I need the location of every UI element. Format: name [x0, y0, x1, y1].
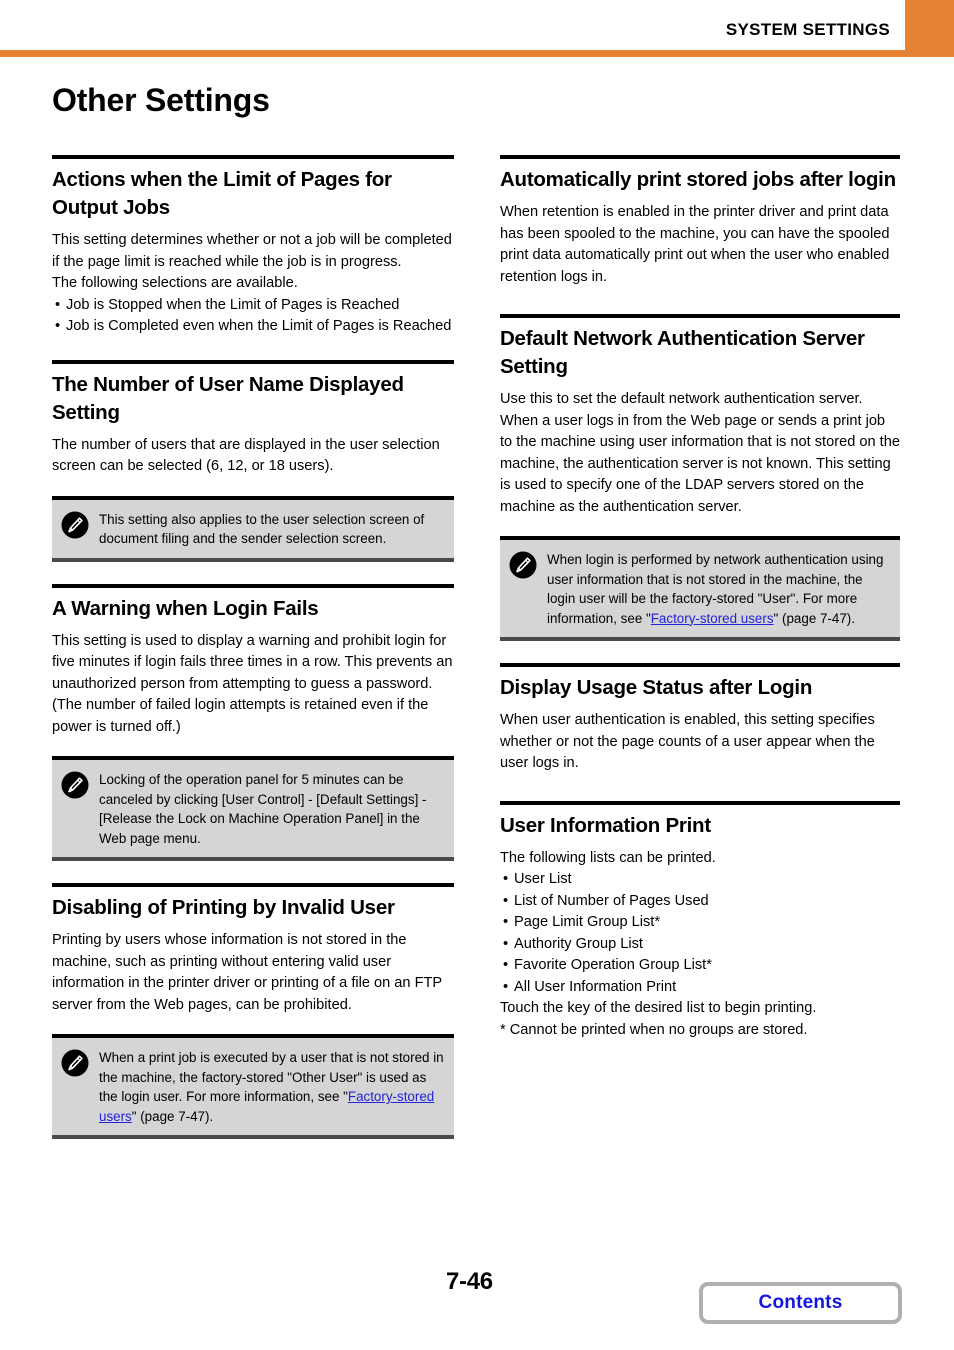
note-pencil-icon: [60, 510, 90, 540]
section-rule: [52, 155, 454, 159]
paragraph: This setting determines whether or not a…: [52, 232, 452, 270]
paragraph: This setting is used to display a warnin…: [52, 632, 453, 735]
list-item: Job is Stopped when the Limit of Pages i…: [52, 295, 454, 317]
note-pencil-icon: [508, 550, 538, 580]
header-orange-tab: [905, 0, 954, 57]
note-pencil-icon: [60, 770, 90, 800]
bullet-list: Job is Stopped when the Limit of Pages i…: [52, 295, 454, 338]
paragraph: When retention is enabled in the printer…: [500, 204, 890, 285]
note-box: When login is performed by network authe…: [500, 536, 900, 641]
paragraph: When user authentication is enabled, thi…: [500, 712, 875, 771]
paragraph: Printing by users whose information is n…: [52, 932, 442, 1013]
section-warning-login-fails: A Warning when Login Fails This setting …: [52, 583, 454, 861]
list-item: List of Number of Pages Used: [500, 891, 900, 913]
list-item: All User Information Print: [500, 977, 900, 999]
section-heading: Default Network Authentication Server Se…: [500, 327, 865, 378]
list-item: Job is Completed even when the Limit of …: [52, 316, 454, 338]
paragraph: Use this to set the default network auth…: [500, 391, 900, 515]
list-item: Favorite Operation Group List*: [500, 955, 900, 977]
header-title: SYSTEM SETTINGS: [725, 20, 890, 39]
section-heading: The Number of User Name Displayed Settin…: [52, 372, 404, 424]
page-header: SYSTEM SETTINGS: [0, 0, 954, 57]
note-pencil-icon: [60, 1048, 90, 1078]
note-text-after-link: " (page 7-47).: [131, 1108, 214, 1124]
section-heading: A Warning when Login Fails: [52, 596, 319, 620]
section-default-network-auth-server: Default Network Authentication Server Se…: [500, 314, 900, 641]
note-text: When a print job is executed by a user t…: [99, 1047, 444, 1126]
section-user-name-displayed: The Number of User Name Displayed Settin…: [52, 359, 454, 562]
left-column: Actions when the Limit of Pages for Outp…: [52, 155, 454, 1139]
section-body: When retention is enabled in the printer…: [500, 202, 900, 288]
right-column: Automatically print stored jobs after lo…: [500, 155, 900, 1041]
section-rule: [500, 314, 900, 318]
paragraph: The following lists can be printed.: [500, 849, 716, 866]
section-rule: [52, 883, 454, 887]
note-box: Locking of the operation panel for 5 min…: [52, 756, 454, 861]
list-item: Authority Group List: [500, 934, 900, 956]
section-heading: Automatically print stored jobs after lo…: [500, 168, 896, 191]
page-title: Other Settings: [52, 82, 270, 118]
list-item: User List: [500, 869, 900, 891]
section-body: This setting is used to display a warnin…: [52, 631, 454, 739]
paragraph: The following selections are available.: [52, 275, 298, 291]
page-number: 7-46: [446, 1268, 493, 1295]
section-heading: User Information Print: [500, 813, 711, 837]
section-body: Use this to set the default network auth…: [500, 389, 900, 518]
section-rule: [500, 663, 900, 667]
list-item: Page Limit Group List*: [500, 912, 900, 934]
section-heading: Disabling of Printing by Invalid User: [52, 896, 395, 919]
section-rule: [500, 800, 900, 805]
footnote: * Cannot be printed when no groups are s…: [500, 1021, 808, 1038]
section-rule: [500, 155, 900, 159]
section-rule: [52, 583, 454, 588]
section-auto-print-stored-jobs: Automatically print stored jobs after lo…: [500, 155, 900, 288]
note-text-after-link: " (page 7-47).: [773, 610, 855, 626]
note-box: This setting also applies to the user se…: [52, 495, 454, 562]
section-display-usage-status: Display Usage Status after Login When us…: [500, 663, 900, 775]
section-heading: Display Usage Status after Login: [500, 676, 813, 699]
section-rule: [52, 359, 454, 364]
section-actions-limit-pages: Actions when the Limit of Pages for Outp…: [52, 155, 454, 338]
section-disabling-invalid-user: Disabling of Printing by Invalid User Pr…: [52, 883, 454, 1139]
contents-button[interactable]: Contents: [699, 1282, 902, 1324]
contents-button-label: Contents: [758, 1292, 843, 1313]
section-body: Printing by users whose information is n…: [52, 930, 454, 1016]
section-user-information-print: User Information Print The following lis…: [500, 800, 900, 1042]
section-body: The number of users that are displayed i…: [52, 435, 454, 478]
note-text: This setting also applies to the user se…: [99, 511, 425, 547]
bullet-list: User List List of Number of Pages Used P…: [500, 869, 900, 998]
section-body: This setting determines whether or not a…: [52, 230, 454, 338]
paragraph: Touch the key of the desired list to beg…: [500, 1000, 817, 1016]
section-heading: Actions when the Limit of Pages for Outp…: [52, 168, 392, 219]
note-text: Locking of the operation panel for 5 min…: [99, 772, 427, 846]
note-box: When a print job is executed by a user t…: [52, 1034, 454, 1139]
header-orange-rule: [0, 50, 954, 57]
note-text: When login is performed by network authe…: [547, 549, 890, 628]
factory-stored-users-link[interactable]: Factory-stored users: [651, 611, 774, 626]
section-body: The following lists can be printed. User…: [500, 848, 900, 1042]
paragraph: The number of users that are displayed i…: [52, 436, 440, 475]
section-body: When user authentication is enabled, thi…: [500, 710, 900, 775]
